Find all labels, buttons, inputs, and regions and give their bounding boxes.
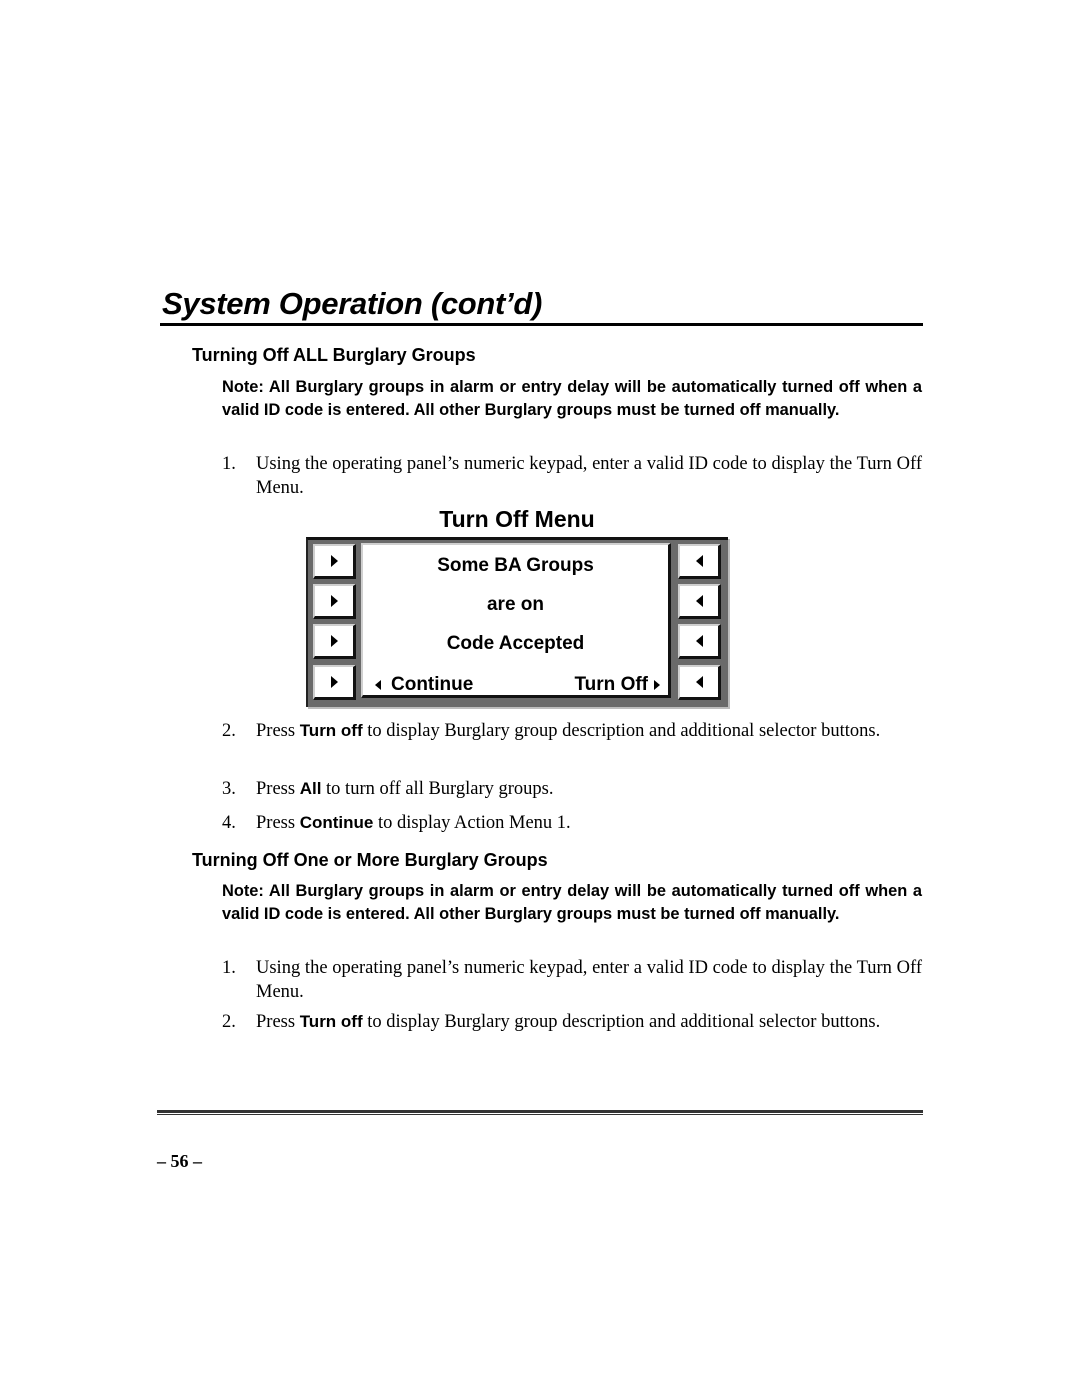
- footer-rule: [157, 1110, 923, 1113]
- step-keyword: Turn off: [299, 721, 363, 740]
- note-one-or-more: Note: All Burglary groups in alarm or en…: [222, 882, 922, 923]
- menu-title: Turn Off Menu: [439, 506, 595, 532]
- right-selector-button-3[interactable]: [678, 624, 721, 659]
- step-number: 1.: [222, 958, 236, 978]
- step-text-pre: Using the operating panel’s numeric keyp…: [256, 454, 922, 498]
- section-heading-all-groups: Turning Off ALL Burglary Groups: [192, 345, 476, 365]
- left-selector-button-4[interactable]: [313, 665, 356, 700]
- menu-display-screen: Some BA Groups are on Code Accepted Cont…: [361, 543, 671, 698]
- step-text: Using the operating panel’s numeric keyp…: [256, 452, 922, 500]
- step-text-post: to display Burglary group description an…: [362, 721, 881, 741]
- step-keyword: All: [299, 779, 322, 798]
- right-selector-button-1[interactable]: [678, 544, 721, 579]
- step-keyword: Turn off: [299, 1012, 363, 1031]
- note-all-groups: Note: All Burglary groups in alarm or en…: [222, 378, 922, 419]
- step-text-pre: Press: [256, 779, 300, 799]
- step-text-post: to display Burglary group description an…: [362, 1012, 881, 1032]
- step-item: 1. Using the operating panel’s numeric k…: [222, 956, 922, 1004]
- page-number: – 56 –: [157, 1151, 202, 1171]
- continue-label: Continue: [391, 674, 474, 695]
- step-text-pre: Press: [256, 1012, 300, 1032]
- step-number: 1.: [222, 454, 236, 474]
- step-number: 2.: [222, 721, 236, 741]
- step-text-pre: Using the operating panel’s numeric keyp…: [256, 958, 922, 1002]
- right-selector-button-4[interactable]: [678, 665, 721, 700]
- left-arrow-icon: [695, 635, 703, 647]
- step-number: 4.: [222, 813, 236, 833]
- left-selector-button-1[interactable]: [313, 544, 356, 579]
- step-keyword: Continue: [299, 813, 374, 832]
- step-item: 4. Press Continue to display Action Menu…: [222, 811, 922, 835]
- step-text: Press Turn off to display Burglary group…: [256, 719, 922, 743]
- step-number: 2.: [222, 1012, 236, 1032]
- step-item: 2. Press Turn off to display Burglary gr…: [222, 1010, 922, 1034]
- screen-line-2: are on: [486, 594, 545, 615]
- step-text-pre: Press: [256, 721, 300, 741]
- step-text: Press All to turn off all Burglary group…: [256, 777, 922, 801]
- right-arrow-icon: [654, 680, 660, 690]
- title-rule: [160, 323, 923, 326]
- left-selector-button-2[interactable]: [313, 584, 356, 619]
- step-text: Using the operating panel’s numeric keyp…: [256, 956, 922, 1004]
- right-selector-button-2[interactable]: [678, 584, 721, 619]
- softkey-row: Continue Turn Off: [363, 673, 668, 697]
- page-title: System Operation (cont’d): [162, 286, 543, 321]
- turn-off-softkey[interactable]: Turn Off: [574, 673, 660, 697]
- right-arrow-icon: [330, 676, 338, 688]
- right-arrow-icon: [330, 595, 338, 607]
- left-arrow-icon: [375, 680, 381, 690]
- step-item: 1. Using the operating panel’s numeric k…: [222, 452, 922, 500]
- footer-rule-thin: [157, 1114, 923, 1115]
- right-arrow-icon: [330, 635, 338, 647]
- step-item: 2. Press Turn off to display Burglary gr…: [222, 719, 922, 743]
- step-text-post: to display Action Menu 1.: [373, 813, 571, 833]
- step-text-pre: Press: [256, 813, 300, 833]
- step-text: Press Continue to display Action Menu 1.: [256, 811, 922, 835]
- step-item: 3. Press All to turn off all Burglary gr…: [222, 777, 922, 801]
- left-arrow-icon: [695, 676, 703, 688]
- step-text-post: to turn off all Burglary groups.: [321, 779, 554, 799]
- section-heading-one-or-more: Turning Off One or More Burglary Groups: [192, 850, 548, 870]
- left-selector-button-3[interactable]: [313, 624, 356, 659]
- left-arrow-icon: [695, 555, 703, 567]
- screen-line-1: Some BA Groups: [437, 555, 594, 576]
- continue-softkey[interactable]: Continue: [375, 673, 473, 697]
- step-text: Press Turn off to display Burglary group…: [256, 1010, 922, 1034]
- screen-line-3: Code Accepted: [446, 633, 585, 654]
- turn-off-label: Turn Off: [574, 674, 648, 695]
- right-arrow-icon: [330, 555, 338, 567]
- step-number: 3.: [222, 779, 236, 799]
- left-arrow-icon: [695, 595, 703, 607]
